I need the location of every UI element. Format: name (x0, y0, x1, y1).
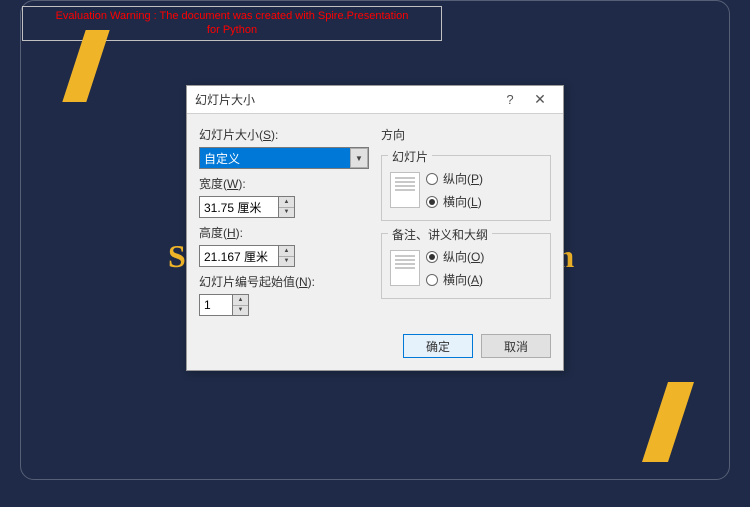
width-input[interactable]: 31.75 厘米 (199, 196, 279, 218)
slide-size-select[interactable]: 自定义 ▼ (199, 147, 369, 169)
page-icon (390, 172, 420, 208)
notes-portrait-radio[interactable]: 纵向(O) (426, 248, 484, 265)
slide-size-label: 幻灯片大小(S): (199, 126, 369, 143)
warning-line2: for Python (207, 24, 257, 36)
ok-button[interactable]: 确定 (403, 334, 473, 358)
radio-icon (426, 274, 438, 286)
slides-orientation-group: 幻灯片 纵向(P) 横向(L) (381, 155, 551, 221)
slide-size-dialog: 幻灯片大小 ? ✕ 幻灯片大小(S): 自定义 ▼ 宽度(W): 31.75 厘… (186, 85, 564, 371)
height-input[interactable]: 21.167 厘米 (199, 245, 279, 267)
dialog-title: 幻灯片大小 (195, 91, 495, 108)
slides-legend: 幻灯片 (388, 148, 432, 165)
slide-size-dropdown-button[interactable]: ▼ (350, 148, 368, 168)
dialog-body: 幻灯片大小(S): 自定义 ▼ 宽度(W): 31.75 厘米 ▲ ▼ 高度(H… (187, 114, 563, 326)
right-column: 方向 幻灯片 纵向(P) 横向(L) (381, 124, 551, 316)
height-down-button[interactable]: ▼ (279, 257, 294, 267)
close-button[interactable]: ✕ (525, 90, 555, 110)
warning-line1: Evaluation Warning : The document was cr… (56, 10, 409, 22)
start-number-spinner-buttons: ▲ ▼ (233, 294, 249, 316)
close-icon: ✕ (534, 91, 546, 108)
cancel-button[interactable]: 取消 (481, 334, 551, 358)
slides-landscape-radio[interactable]: 横向(L) (426, 193, 483, 210)
notes-legend: 备注、讲义和大纲 (388, 226, 492, 243)
slides-portrait-radio[interactable]: 纵向(P) (426, 170, 483, 187)
start-number-label: 幻灯片编号起始值(N): (199, 273, 369, 290)
height-up-button[interactable]: ▲ (279, 246, 294, 257)
notes-landscape-radio[interactable]: 横向(A) (426, 271, 484, 288)
left-column: 幻灯片大小(S): 自定义 ▼ 宽度(W): 31.75 厘米 ▲ ▼ 高度(H… (199, 124, 369, 316)
width-down-button[interactable]: ▼ (279, 208, 294, 218)
height-spinner-buttons: ▲ ▼ (279, 245, 295, 267)
notes-orientation-group: 备注、讲义和大纲 纵向(O) 横向(A) (381, 233, 551, 299)
width-label: 宽度(W): (199, 175, 369, 192)
start-number-spinner[interactable]: 1 ▲ ▼ (199, 294, 249, 316)
width-spinner[interactable]: 31.75 厘米 ▲ ▼ (199, 196, 295, 218)
page-icon (390, 250, 420, 286)
dialog-titlebar: 幻灯片大小 ? ✕ (187, 86, 563, 114)
width-up-button[interactable]: ▲ (279, 197, 294, 208)
radio-icon (426, 173, 438, 185)
start-number-input[interactable]: 1 (199, 294, 233, 316)
dialog-buttons: 确定 取消 (187, 326, 563, 370)
height-label: 高度(H): (199, 224, 369, 241)
radio-icon (426, 251, 438, 263)
chevron-down-icon: ▼ (355, 154, 363, 163)
width-spinner-buttons: ▲ ▼ (279, 196, 295, 218)
radio-icon (426, 196, 438, 208)
help-icon: ? (506, 92, 513, 107)
height-spinner[interactable]: 21.167 厘米 ▲ ▼ (199, 245, 295, 267)
start-number-down-button[interactable]: ▼ (233, 306, 248, 316)
slide-size-value: 自定义 (199, 147, 369, 169)
help-button[interactable]: ? (495, 90, 525, 110)
start-number-up-button[interactable]: ▲ (233, 295, 248, 306)
orientation-label: 方向 (381, 126, 551, 143)
